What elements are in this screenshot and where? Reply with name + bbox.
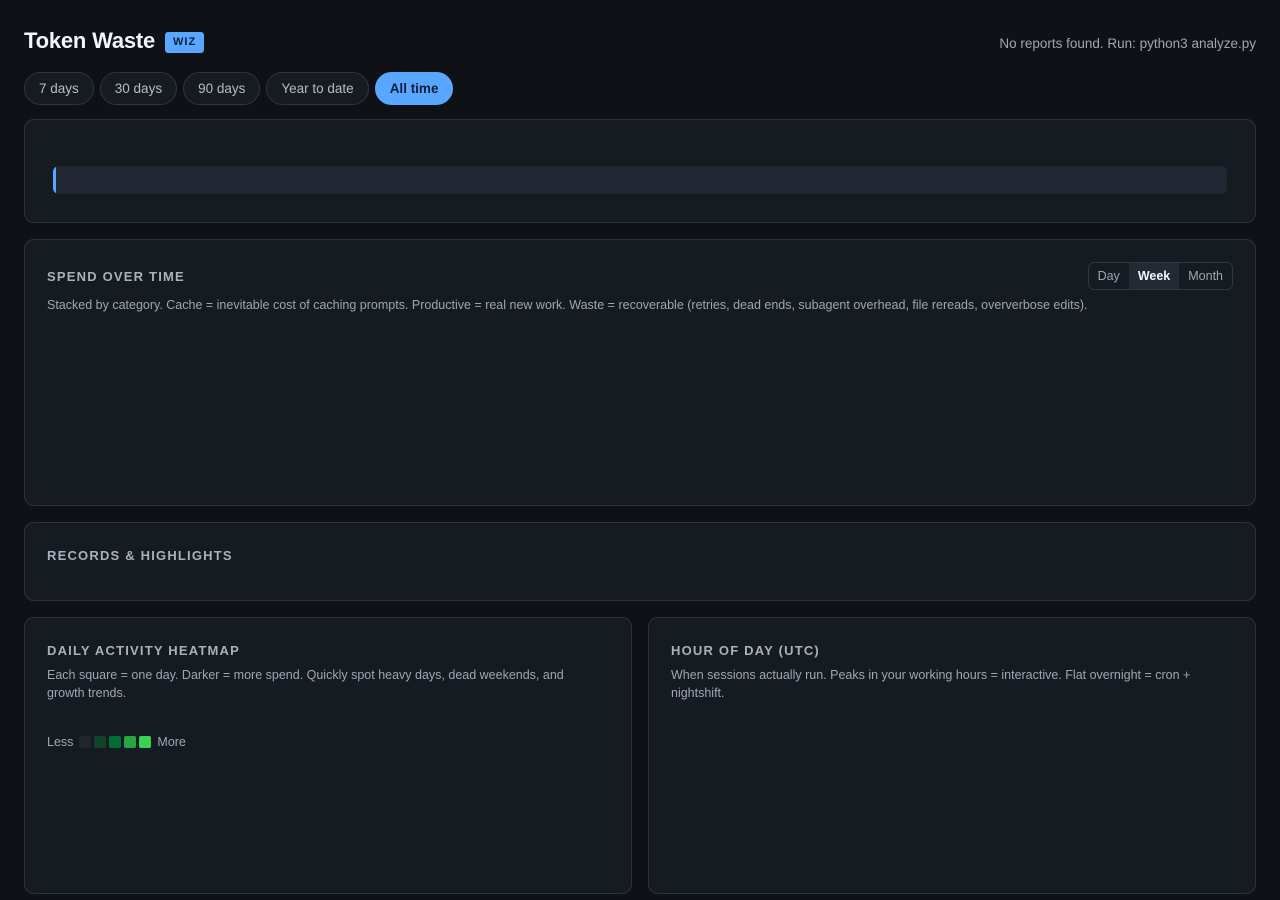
app-badge: WIZ (165, 32, 205, 53)
granularity-month-button[interactable]: Month (1179, 263, 1232, 289)
heatmap-title: DAILY ACTIVITY HEATMAP (47, 643, 241, 658)
heatmap-legend: Less More (47, 735, 186, 749)
legend-more-label: More (157, 735, 186, 749)
spend-description: Stacked by category. Cache = inevitable … (47, 298, 1088, 312)
legend-swatch-1 (94, 736, 107, 748)
legend-less-label: Less (47, 735, 74, 749)
granularity-week-button[interactable]: Week (1128, 263, 1180, 289)
progress-card (24, 119, 1256, 223)
status-message: No reports found. Run: python3 analyze.p… (999, 36, 1256, 51)
progress-fill (53, 166, 56, 194)
tab-7-days[interactable]: 7 days (24, 72, 94, 105)
legend-swatch-0 (79, 736, 92, 748)
legend-swatch-2 (109, 736, 122, 748)
header: Token Waste WIZ (24, 28, 205, 54)
hour-of-day-title: HOUR OF DAY (UTC) (671, 643, 820, 658)
app-title: Token Waste (24, 28, 156, 53)
legend-swatch-3 (124, 736, 137, 748)
spend-title: SPEND OVER TIME (47, 269, 185, 284)
heatmap-card: DAILY ACTIVITY HEATMAP Each square = one… (24, 617, 632, 894)
granularity-day-button[interactable]: Day (1089, 263, 1129, 289)
hour-of-day-description: When sessions actually run. Peaks in you… (671, 668, 1191, 700)
hour-of-day-card: HOUR OF DAY (UTC) When sessions actually… (648, 617, 1256, 894)
legend-swatch-4 (139, 736, 152, 748)
time-range-tabs: 7 days 30 days 90 days Year to date All … (24, 72, 454, 105)
tab-30-days[interactable]: 30 days (99, 72, 178, 105)
records-card: RECORDS & HIGHLIGHTS (24, 522, 1256, 601)
progress-track (53, 166, 1227, 194)
granularity-toggle: Day Week Month (1087, 262, 1233, 290)
tab-all-time[interactable]: All time (374, 72, 454, 105)
heatmap-description: Each square = one day. Darker = more spe… (47, 668, 564, 700)
tab-year-to-date[interactable]: Year to date (266, 72, 369, 105)
tab-90-days[interactable]: 90 days (183, 72, 261, 105)
spend-over-time-card: SPEND OVER TIME Stacked by category. Cac… (24, 239, 1256, 506)
records-title: RECORDS & HIGHLIGHTS (47, 548, 233, 563)
